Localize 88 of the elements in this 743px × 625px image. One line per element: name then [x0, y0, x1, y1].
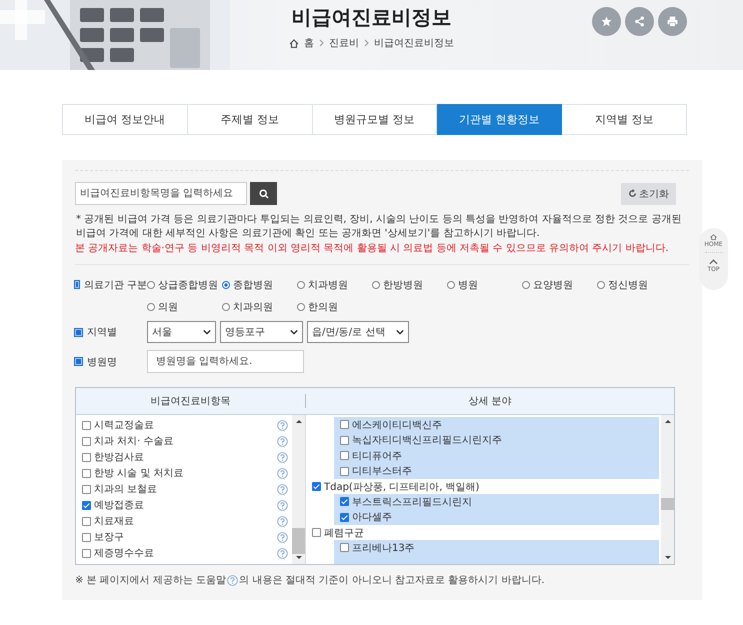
radio-option[interactable]: 한의원: [297, 299, 372, 314]
home-icon: [289, 38, 299, 48]
detail-item[interactable]: 디티부스터주: [334, 464, 659, 479]
scroll-up-arrow-icon[interactable]: [294, 419, 302, 424]
chevron-down-icon: [290, 329, 298, 335]
item-checkbox[interactable]: 치과의 보철료: [82, 482, 158, 496]
region-dropdown[interactable]: 읍/면/동/로 선택: [307, 321, 409, 343]
help-icon: [227, 574, 238, 586]
tab[interactable]: 기관별 현황정보: [437, 104, 562, 135]
help-icon[interactable]: [277, 420, 288, 430]
scroll-up-arrow-icon[interactable]: [664, 419, 672, 424]
search-button[interactable]: [250, 182, 277, 205]
breadcrumb-link[interactable]: 진료비: [329, 36, 359, 50]
item-checkbox[interactable]: 예방접종료: [82, 498, 144, 512]
help-icon[interactable]: [277, 500, 288, 510]
scroll-down-arrow-icon[interactable]: [294, 555, 302, 560]
reset-button[interactable]: 초기화: [621, 182, 676, 204]
radio-option[interactable]: 병원: [447, 277, 522, 292]
page-title: 비급여진료비정보: [292, 4, 452, 31]
breadcrumb-link[interactable]: 홈: [304, 36, 314, 50]
printer-icon: [667, 16, 678, 27]
item-checkbox[interactable]: 한방검사료: [82, 450, 144, 464]
group-checkbox[interactable]: 폐렴구균: [312, 526, 364, 540]
chevron-down-icon: [396, 329, 404, 335]
tab[interactable]: 지역별 정보: [562, 104, 687, 135]
item-checkbox[interactable]: 치과 처치· 수술료: [82, 434, 174, 448]
note-text: * 공개된 비급여 가격 등은 의료기관마다 투입되는 의료인력, 장비, 시술의 난이도 등의 특성을 반영하여 자율적으로 정한 것으로 공개된 비급여 가격에 대한 세부적인 사항은 의료기관에 확인 또는 공개화면 '상세보기'를 참고하시기 바랍니다.: [75, 213, 682, 241]
help-icon[interactable]: [277, 468, 288, 478]
radio-option[interactable]: 치과의원: [222, 299, 297, 314]
chevron-icon: [364, 39, 369, 47]
detail-item[interactable]: 부스트릭스프리필드시린지: [334, 494, 659, 510]
search-field[interactable]: 비급여진료비항목명을 입력하세요: [75, 182, 247, 205]
home-icon: [708, 234, 718, 240]
search-icon: [258, 188, 268, 198]
scroll-down-arrow-icon[interactable]: [664, 555, 672, 560]
chevron-up-icon: [708, 259, 718, 265]
radio-option[interactable]: 한방병원: [372, 277, 447, 292]
share-button[interactable]: [625, 7, 654, 36]
item-checkbox[interactable]: 제증명수수료: [82, 546, 154, 560]
detail-item[interactable]: 티디퓨어주: [334, 448, 659, 464]
region-dropdown[interactable]: 서울: [147, 321, 216, 343]
filter-label: 병원명: [87, 356, 117, 368]
region-dropdown[interactable]: 영등포구: [220, 321, 303, 343]
help-icon[interactable]: [277, 484, 288, 494]
item-checkbox[interactable]: 시력교정술료: [82, 418, 154, 432]
radio-option[interactable]: 종합병원: [222, 277, 297, 292]
tab[interactable]: 주제별 정보: [188, 104, 313, 135]
item-checkbox[interactable]: 치료재료: [82, 514, 134, 528]
chevron-icon: [319, 39, 324, 47]
footnote-text: ※ 본 페이지에서 제공하는 도움말: [75, 574, 226, 587]
hospital-name-field[interactable]: 병원명을 입력하세요.: [147, 350, 304, 373]
square-bullet-icon: [75, 328, 82, 336]
group-checkbox[interactable]: Tdap(파상풍, 디프테리아, 백일해): [312, 480, 480, 494]
detail-item[interactable]: 아다셀주: [334, 510, 659, 525]
detail-item[interactable]: 녹십자티디백신프리필드시린지주: [334, 432, 659, 448]
refresh-icon: [628, 189, 637, 198]
radio-option[interactable]: 정신병원: [597, 277, 672, 292]
column-header: 비급여진료비항목: [76, 394, 306, 408]
help-icon[interactable]: [277, 436, 288, 446]
scrollbar-thumb[interactable]: [292, 528, 305, 554]
help-icon[interactable]: [277, 452, 288, 462]
help-icon[interactable]: [277, 516, 288, 526]
detail-item[interactable]: 프리베나13주: [334, 540, 659, 556]
chevron-down-icon: [203, 329, 211, 335]
star-icon: [601, 16, 612, 27]
print-button[interactable]: [658, 7, 687, 36]
radio-option[interactable]: 상급종합병원: [147, 277, 222, 292]
radio-option[interactable]: 요양병원: [522, 277, 597, 292]
help-icon[interactable]: [277, 548, 288, 558]
share-icon: [634, 16, 645, 27]
tab[interactable]: 비급여 정보안내: [62, 104, 188, 135]
tab[interactable]: 병원규모별 정보: [312, 104, 438, 135]
filter-label: 지역별: [87, 326, 117, 339]
scrollbar-thumb[interactable]: [661, 498, 674, 510]
square-bullet-icon: [75, 358, 82, 365]
item-checkbox[interactable]: 한방 시술 및 처치료: [82, 466, 184, 480]
column-header: 상세 분야: [467, 395, 513, 409]
radio-option[interactable]: 의원: [147, 299, 222, 314]
radio-option[interactable]: 치과병원: [297, 277, 372, 292]
detail-item[interactable]: 에스케이티디백신주: [334, 417, 659, 432]
square-bullet-icon: [75, 281, 79, 288]
footnote-text: 의 내용은 절대적 기준이 아니오니 참고자료로 활용하시기 바랍니다.: [239, 574, 545, 587]
bookmark-button[interactable]: [592, 7, 621, 36]
filter-label: 의료기관 구분: [84, 278, 147, 292]
breadcrumb-link[interactable]: 비급여진료비정보: [374, 36, 454, 50]
warning-text: 본 공개자료는 학술·연구 등 비영리적 목적 이외 영리적 목적에 활용될 시 의료법 등에 저촉될 수 있으므로 유의하여 주시기 바랍니다.: [75, 242, 670, 256]
help-icon[interactable]: [277, 532, 288, 542]
item-checkbox[interactable]: 보장구: [82, 530, 124, 544]
